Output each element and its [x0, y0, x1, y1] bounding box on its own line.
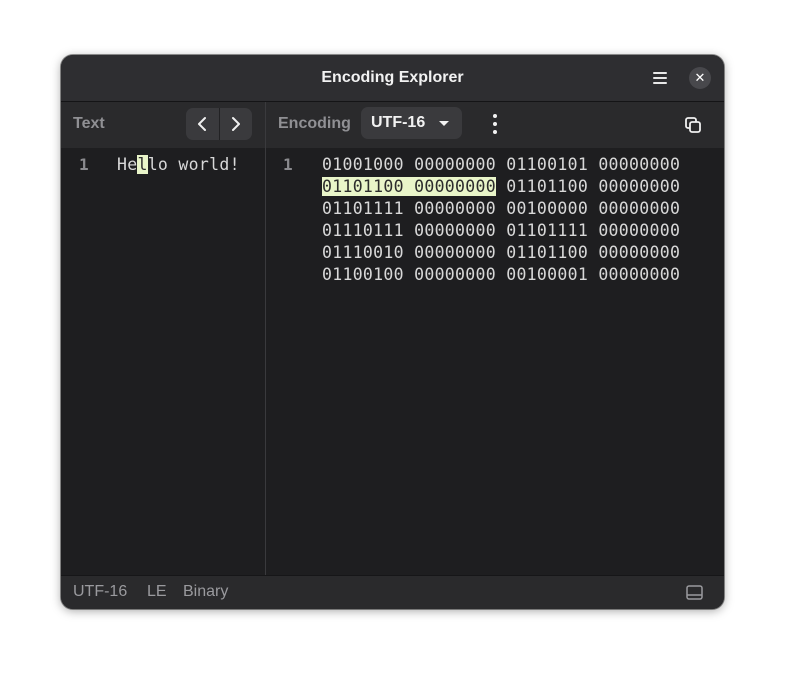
binary-byte: 01100101	[506, 155, 589, 174]
more-options-button[interactable]	[483, 110, 507, 138]
navigation-buttons	[186, 108, 252, 140]
binary-line: 01100100 00000000 00100001 00000000	[322, 264, 680, 286]
text-line-number: 1	[79, 155, 89, 174]
copy-icon	[685, 117, 701, 133]
encoding-line-number: 1	[283, 155, 293, 174]
more-options-icon	[493, 114, 497, 118]
dropdown-arrow-icon	[439, 121, 449, 126]
encoding-pane-label: Encoding	[278, 115, 351, 132]
binary-byte: 00000000	[598, 199, 681, 218]
selected-character: l	[137, 155, 148, 174]
panel-toggle-button[interactable]	[685, 584, 705, 602]
encoding-dropdown-value: UTF-16	[371, 114, 426, 131]
binary-line: 01101111 00000000 00100000 00000000	[322, 198, 680, 220]
text-before-cursor: He	[117, 155, 138, 174]
binary-byte: 00000000	[598, 155, 681, 174]
chevron-left-icon	[198, 117, 207, 131]
main-menu-button[interactable]	[646, 66, 674, 90]
binary-byte: 00000000	[414, 177, 496, 196]
binary-byte: 00000000	[598, 221, 681, 240]
status-bar: UTF-16 LE Binary	[61, 575, 724, 609]
title-bar: Encoding Explorer ✕	[61, 55, 724, 102]
close-icon: ✕	[694, 70, 706, 85]
close-button[interactable]: ✕	[689, 67, 711, 89]
binary-byte: 00100001	[506, 265, 589, 284]
binary-byte: 00000000	[414, 199, 496, 218]
previous-button[interactable]	[186, 108, 219, 140]
binary-byte: 01101111	[506, 221, 589, 240]
binary-line: 01001000 00000000 01100101 00000000	[322, 154, 680, 176]
hamburger-menu-icon	[653, 72, 667, 84]
text-after-cursor: lo world!	[147, 155, 240, 174]
chevron-right-icon	[231, 117, 240, 131]
encoding-pane-header: Encoding UTF-16	[266, 102, 724, 148]
next-button[interactable]	[218, 108, 253, 140]
text-pane-label: Text	[73, 115, 105, 132]
copy-button[interactable]	[679, 111, 707, 139]
text-editor[interactable]: Hello world!	[117, 154, 240, 176]
binary-byte: 01001000	[322, 155, 404, 174]
app-window: Encoding Explorer ✕ Text 1 Hello world! …	[61, 55, 724, 609]
binary-byte: 00000000	[598, 265, 681, 284]
status-endianness[interactable]: LE	[147, 576, 167, 608]
binary-byte: 00000000	[414, 155, 496, 174]
binary-output[interactable]: 01001000 00000000 01100101 00000000 01101…	[322, 154, 680, 286]
binary-byte: 00100000	[506, 199, 589, 218]
binary-byte: 01100100	[322, 265, 404, 284]
binary-byte: 01101100	[506, 243, 589, 262]
binary-line: 01101100 00000000 01101100 00000000	[322, 176, 680, 198]
binary-line: 01110111 00000000 01101111 00000000	[322, 220, 680, 242]
binary-byte: 00000000	[414, 243, 496, 262]
window-title: Encoding Explorer	[321, 69, 464, 86]
binary-byte: 01110010	[322, 243, 404, 262]
binary-byte: 01110111	[322, 221, 404, 240]
binary-byte: 00000000	[414, 221, 496, 240]
binary-byte: 00000000	[414, 265, 496, 284]
binary-byte: 01101100	[322, 177, 404, 196]
text-pane-header: Text	[61, 102, 265, 148]
binary-byte: 01101111	[322, 199, 404, 218]
binary-byte: 01101100	[506, 177, 589, 196]
encoding-dropdown[interactable]: UTF-16	[361, 107, 462, 139]
status-encoding: UTF-16	[73, 583, 128, 600]
binary-line: 01110010 00000000 01101100 00000000	[322, 242, 680, 264]
status-format[interactable]: Binary	[183, 576, 228, 608]
binary-byte: 00000000	[598, 177, 681, 196]
bottom-panel-icon	[686, 585, 703, 600]
binary-byte: 00000000	[598, 243, 681, 262]
